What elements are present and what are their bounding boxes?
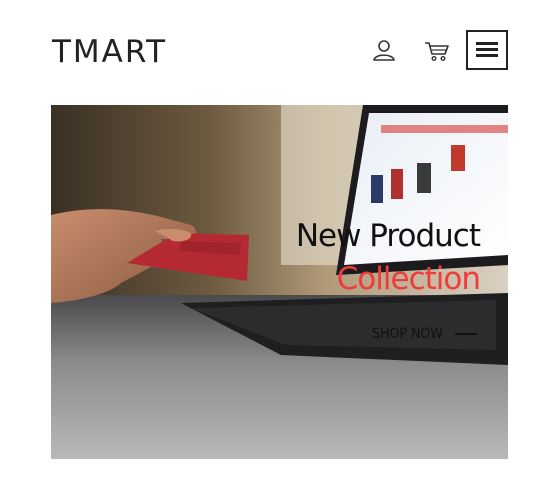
site-header: TMART [0, 0, 550, 100]
hero-title-line2: Collection [336, 261, 481, 297]
hero-banner: New Product Collection SHOP NOW [51, 105, 508, 459]
user-icon[interactable] [372, 38, 396, 62]
shop-now-label: SHOP NOW [372, 326, 443, 342]
hamburger-menu-button[interactable] [466, 30, 508, 70]
site-logo[interactable]: TMART [52, 34, 167, 70]
shop-now-dash [454, 333, 477, 335]
shop-now-link[interactable]: SHOP NOW [372, 324, 477, 344]
cart-icon[interactable] [424, 40, 450, 62]
hero-title-line1: New Product [295, 218, 481, 254]
